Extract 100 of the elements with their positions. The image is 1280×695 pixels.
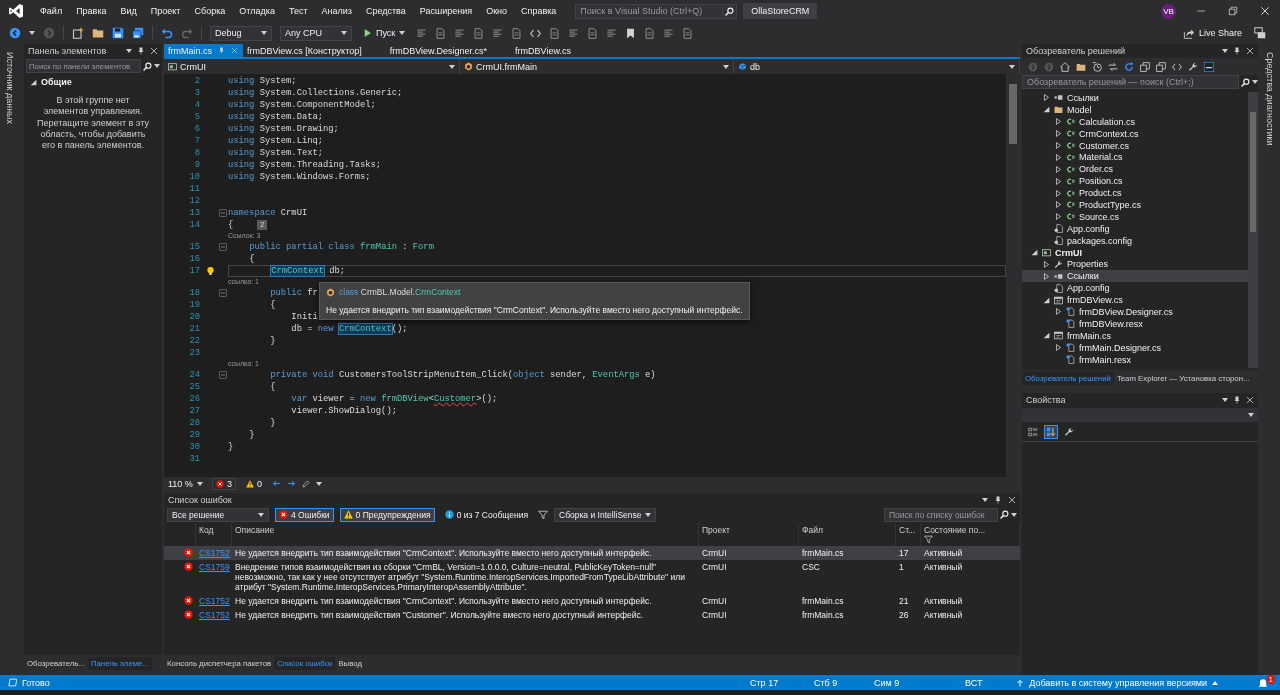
filter-button[interactable]: 4 Ошибки [275,507,334,522]
code-icon[interactable] [530,27,542,39]
menu-item[interactable]: Сборка [187,6,233,16]
document-tab[interactable]: frmDBView.cs [511,44,595,57]
save-icon[interactable] [112,27,124,39]
wrench-icon[interactable] [1188,61,1198,72]
collapsed-arrow-icon[interactable] [1054,177,1062,185]
close-icon[interactable] [1260,6,1270,16]
document-icon[interactable] [644,27,656,39]
document-icon[interactable] [549,27,561,39]
clear-filter-icon[interactable] [538,509,548,520]
next-icon[interactable] [287,479,297,488]
menu-item[interactable]: Справка [514,6,564,16]
collapsed-arrow-icon[interactable] [1054,201,1062,209]
undo-icon[interactable] [161,27,173,39]
collapsed-arrow-icon[interactable] [1054,118,1062,126]
collapsed-arrow-icon[interactable] [1054,142,1062,149]
collapse-icon[interactable] [218,243,227,251]
tree-item[interactable]: frmDBView.cs [1022,294,1248,307]
expanded-arrow-icon[interactable] [1042,106,1050,114]
source-control-button[interactable]: Добавить в систему управления версиями [1016,677,1218,688]
collapsed-arrow-icon[interactable] [1054,308,1062,316]
side-tab[interactable]: Средства диагностики [1265,52,1275,146]
pin-icon[interactable] [1233,396,1241,404]
toolbar-button[interactable] [1026,425,1040,439]
lines-icon[interactable] [568,27,580,39]
collapse-icon[interactable] [218,371,227,379]
tree-item[interactable]: Properties [1022,258,1248,271]
document-icon[interactable] [511,27,523,39]
scope-dropdown[interactable]: Все решение [167,507,269,522]
error-count[interactable]: 3 [212,477,236,490]
collapsed-arrow-icon[interactable] [1054,153,1062,161]
configuration-dropdown[interactable]: Debug [210,25,272,41]
feedback-icon[interactable] [1254,27,1266,39]
collapsed-arrow-icon[interactable] [1042,272,1050,280]
new-project-icon[interactable] [72,27,84,39]
menu-item[interactable]: Тест [281,6,315,16]
lines-icon[interactable] [492,27,504,39]
menu-item[interactable]: Отладка [232,6,282,16]
tree-item[interactable]: Customer.cs [1022,139,1248,152]
code-icon[interactable] [1172,61,1182,72]
tree-item[interactable]: App.config [1022,222,1248,235]
menu-item[interactable]: Расширения [412,6,480,16]
menu-item[interactable]: Вид [113,6,144,16]
tree-item[interactable]: Order.cs [1022,163,1248,176]
close-icon[interactable] [1008,495,1016,504]
refresh-icon[interactable] [1124,61,1134,72]
zoom-dropdown[interactable]: 110 % [166,478,206,489]
document-icon[interactable] [587,27,599,39]
history-icon[interactable] [1092,61,1102,72]
tree-item[interactable]: Product.cs [1022,187,1248,199]
menu-item[interactable]: Проект [143,6,188,16]
search-icon[interactable] [1000,510,1009,519]
close-icon[interactable] [150,47,158,55]
pages-icon[interactable] [1156,61,1166,72]
filter-button[interactable]: 0 из 7 Сообщения [440,507,532,522]
source-dropdown[interactable]: Сборка и IntelliSense [554,507,656,522]
bookmark-icon[interactable] [625,27,637,39]
start-button[interactable]: Пуск [360,28,409,38]
pin-icon[interactable] [137,47,145,55]
document-tab[interactable]: frmDBView.cs [Конструктор] [243,44,386,57]
search-field[interactable]: Обозреватель решений — поиск (Ctrl+;) [1022,75,1239,89]
back-icon[interactable] [9,27,21,39]
save-all-icon[interactable] [132,27,144,39]
collapsed-arrow-icon[interactable] [1054,165,1062,173]
lines-icon[interactable] [606,27,618,39]
bell-icon[interactable] [1258,677,1268,688]
document-tab[interactable]: frmDBView.Designer.cs* [385,44,512,57]
close-icon[interactable] [1246,396,1254,404]
tree-item[interactable]: frmMain.cs [1022,329,1248,342]
redo-icon[interactable] [181,27,193,39]
error-code-link[interactable]: CS1759 [199,562,230,572]
tree-item[interactable]: Model [1022,103,1248,116]
tree-item[interactable]: Source.cs [1022,210,1248,223]
collapsed-arrow-icon[interactable] [1042,260,1050,268]
expanded-arrow-icon[interactable] [1030,249,1038,256]
search-icon[interactable] [1241,77,1250,87]
live-share-button[interactable]: Live Share [1178,25,1246,41]
platform-dropdown[interactable]: Any CPU [280,25,352,41]
home-icon[interactable] [1060,61,1070,72]
menu-item[interactable]: Правка [69,6,114,16]
collapse-icon[interactable] [218,289,227,297]
document-icon[interactable] [473,27,485,39]
error-code-link[interactable]: CS1752 [199,596,230,606]
toolbox-group[interactable]: Общие [24,75,162,89]
sync-icon[interactable] [1108,61,1118,72]
menu-item[interactable]: Средства [358,6,413,16]
tree-item[interactable]: Position.cs [1022,175,1248,188]
tree-item[interactable]: Ссылки [1022,270,1248,283]
lightbulb-icon[interactable] [206,266,215,276]
expanded-arrow-icon[interactable] [1042,296,1050,304]
tree-item[interactable]: frmMain.Designer.cs [1022,341,1248,354]
search-field[interactable]: Поиск по списку ошибок [884,507,998,522]
tree-item[interactable]: App.config [1022,282,1248,295]
lines-icon[interactable] [454,27,466,39]
collapsed-arrow-icon[interactable] [1054,344,1062,352]
pen-icon[interactable] [302,479,311,488]
previous-icon[interactable] [272,479,282,488]
side-tab[interactable]: Источник данных [5,52,15,125]
pin-icon[interactable] [1233,47,1241,55]
